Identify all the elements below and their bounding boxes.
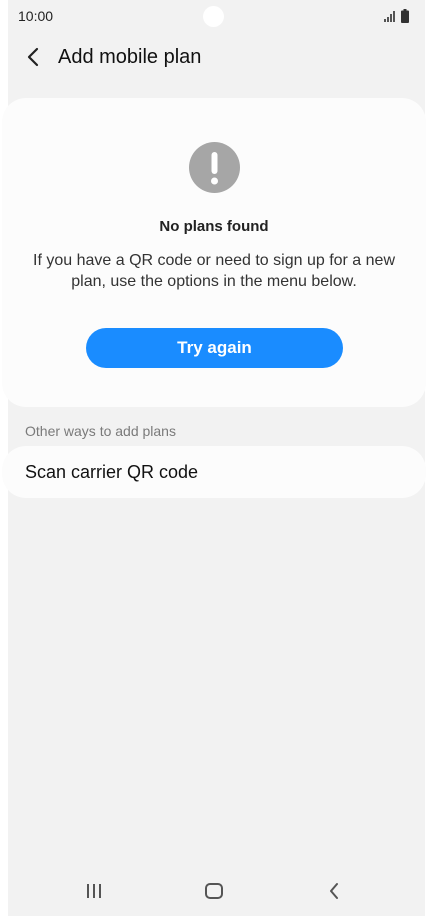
chevron-left-icon [27,47,39,67]
exclamation-circle-icon [189,142,240,193]
status-time: 10:00 [18,8,54,24]
option-label: Scan carrier QR code [25,462,199,482]
screen: 10:00 Add mobile plan No plans found If … [0,0,427,916]
recents-icon [87,884,101,898]
header: Add mobile plan [0,36,427,80]
status-bar: 10:00 [0,0,427,34]
home-button[interactable] [194,878,234,904]
back-icon [330,883,338,899]
scan-carrier-qr-code-option[interactable]: Scan carrier QR code [2,446,426,498]
signal-icon [384,11,395,22]
nav-back-button[interactable] [314,878,354,904]
no-plans-heading: No plans found [159,218,269,235]
other-ways-section-label: Other ways to add plans [25,423,176,439]
navigation-bar [0,868,427,916]
page-title: Add mobile plan [58,46,202,68]
home-icon [205,883,223,899]
battery-icon [401,9,409,23]
no-plans-card: No plans found If you have a QR code or … [2,98,426,407]
no-plans-message: If you have a QR code or need to sign up… [33,252,395,290]
camera-cutout [203,6,224,27]
recents-button[interactable] [74,878,114,904]
back-button[interactable] [18,42,48,72]
try-again-button[interactable]: Try again [86,328,343,368]
